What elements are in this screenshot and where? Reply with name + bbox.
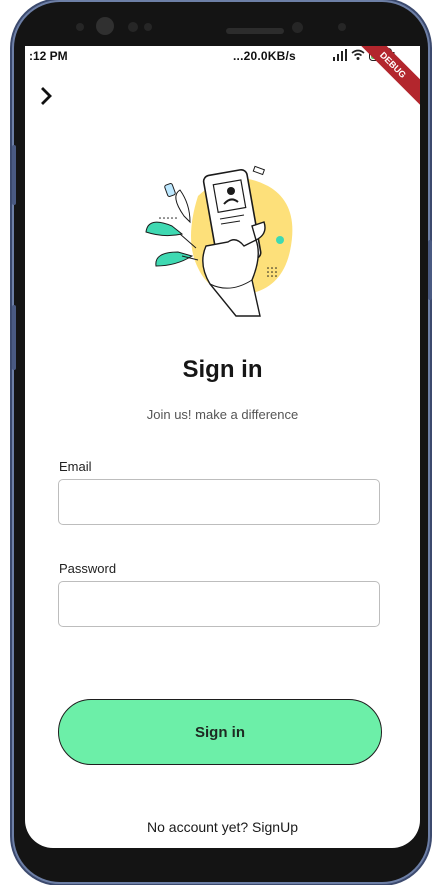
signal-icon [333, 48, 347, 61]
earpiece-speaker [226, 28, 284, 34]
top-bezel [30, 8, 404, 46]
sensor-dot [76, 23, 84, 31]
side-button-volume-up [12, 145, 16, 205]
email-label: Email [59, 459, 92, 474]
side-button-volume-down [12, 305, 16, 370]
sensor-dot [144, 23, 152, 31]
wifi-icon [351, 49, 365, 60]
sensor-dot [128, 22, 138, 32]
page-title: Sign in [182, 356, 263, 383]
page-subtitle: Join us! make a difference [146, 407, 299, 422]
back-button[interactable] [37, 86, 57, 106]
network-speed: ...20.0KB/s [233, 49, 296, 63]
proximity-sensor [292, 22, 303, 33]
email-field[interactable] [58, 479, 380, 525]
sensor-dot [338, 23, 346, 31]
front-camera [96, 17, 114, 35]
app-screen: :12 PM ...20.0KB/s 32 DEBUG [25, 46, 420, 848]
password-field[interactable] [58, 581, 380, 627]
status-bar: :12 PM ...20.0KB/s 32 [25, 46, 420, 68]
bottom-bezel [25, 848, 420, 878]
chevron-right-icon [41, 87, 52, 105]
hand-holding-phone-illustration [145, 165, 293, 317]
password-label: Password [59, 561, 117, 576]
side-button-power [428, 240, 432, 300]
sign-in-button[interactable]: Sign in [58, 699, 382, 765]
signup-link[interactable]: No account yet? SignUp [25, 819, 420, 835]
status-time: :12 PM [29, 49, 68, 63]
